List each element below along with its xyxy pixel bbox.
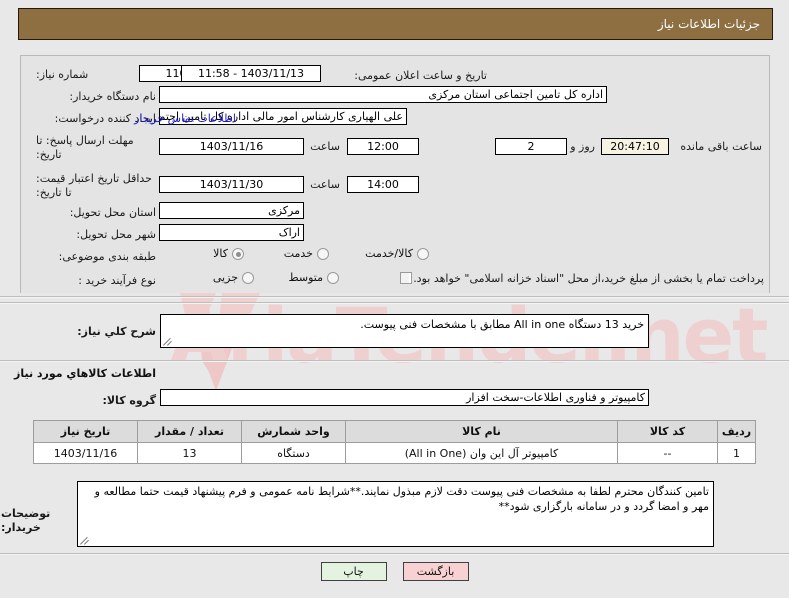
buyer-notes-value[interactable]: تامین کنندگان محترم لطفا به مشخصات فنی پ… (77, 481, 714, 547)
countdown-timer: 20:47:10 (601, 138, 669, 155)
delivery-city-label: شهر محل تحویل: (76, 228, 156, 241)
price-validity-hour-label: ساعت (310, 178, 340, 191)
radio-icon[interactable] (327, 272, 339, 284)
subject-class-option-kala-khedmat[interactable]: کالا/خدمت (355, 247, 429, 261)
goods-table: ردیف کد کالا نام کالا واحد شمارش تعداد /… (33, 420, 756, 464)
col-header-row-no: ردیف (717, 420, 756, 443)
col-header-qty: تعداد / مقدار (137, 420, 242, 443)
goods-table-wrapper: ردیف کد کالا نام کالا واحد شمارش تعداد /… (33, 420, 756, 464)
delivery-province-label: استان محل تحویل: (69, 206, 156, 219)
remaining-days-label: روز و (570, 140, 595, 153)
resize-grip-icon[interactable] (163, 336, 173, 346)
subject-class-option-label: خدمت (283, 247, 313, 260)
treasury-bond-checkbox-label: پرداخت تمام یا بخشی از مبلغ خرید،از محل … (413, 272, 764, 285)
buyer-org-label: نام دستگاه خریدار: (69, 90, 156, 103)
cell-need-date: 1403/11/16 (33, 442, 138, 464)
general-description-label: شرح کلي نیاز: (77, 325, 156, 338)
page-root: AriaTender.net جزئیات اطلاعات نیاز شماره… (0, 0, 789, 598)
col-header-name: نام کالا (345, 420, 618, 443)
goods-section-heading: اطلاعات کالاهاي مورد نیاز (14, 367, 156, 380)
delivery-city-value: اراک (159, 224, 304, 241)
buyer-contact-link[interactable]: اطلاعات تماس خریدار (134, 110, 236, 127)
need-number-label: شماره نیاز: (36, 68, 89, 81)
response-deadline-label: مهلت ارسال پاسخ: تا تاریخ: (36, 134, 134, 161)
cell-row-no: 1 (717, 442, 756, 464)
general-description-value[interactable]: خرید 13 دستگاه All in one مطابق با مشخصا… (160, 314, 649, 348)
divider-1 (0, 296, 789, 298)
subject-class-option-khedmat[interactable]: خدمت (274, 247, 329, 261)
public-announce-value: 1403/11/13 - 11:58 (181, 65, 321, 82)
col-header-code: کد کالا (617, 420, 718, 443)
public-announce-label: تاریخ و ساعت اعلان عمومی: (354, 69, 487, 82)
radio-icon[interactable] (417, 248, 429, 260)
buyer-notes-text: تامین کنندگان محترم لطفا به مشخصات فنی پ… (94, 485, 709, 513)
buyer-org-value: اداره کل تامین اجتماعی استان مرکزی (159, 86, 607, 103)
cell-name: کامپیوتر آل این وان (All in One) (345, 442, 618, 464)
response-deadline-hour-label: ساعت (310, 140, 340, 153)
table-header-row: ردیف کد کالا نام کالا واحد شمارش تعداد /… (33, 420, 756, 443)
print-button[interactable]: چاپ (320, 562, 387, 581)
delivery-province-value: مرکزی (159, 202, 304, 219)
radio-icon[interactable] (242, 272, 254, 284)
radio-icon[interactable] (317, 248, 329, 260)
subject-class-option-label: کالا (213, 247, 228, 260)
bottom-button-bar: بازگشت چاپ (0, 562, 789, 581)
subject-class-label: طبقه بندی موضوعی: (58, 250, 156, 263)
page-title: جزئیات اطلاعات نیاز (657, 17, 760, 31)
col-header-need-date: تاریخ نیاز (33, 420, 138, 443)
purchase-process-option-motevaset[interactable]: متوسط (278, 271, 339, 285)
cell-code: -- (617, 442, 718, 464)
cell-qty: 13 (137, 442, 242, 464)
need-number-row: شماره نیاز: (36, 66, 156, 82)
price-validity-hour: 14:00 (347, 176, 419, 193)
subject-class-option-kala[interactable]: کالا (203, 247, 244, 261)
general-description-text: خرید 13 دستگاه All in one مطابق با مشخصا… (360, 318, 644, 331)
goods-group-value: کامپیوتر و فناوری اطلاعات-سخت افزار (160, 389, 649, 406)
cell-unit: دستگاه (241, 442, 346, 464)
response-deadline-date: 1403/11/16 (159, 138, 304, 155)
response-deadline-hour: 12:00 (347, 138, 419, 155)
divider-4 (0, 553, 789, 555)
remaining-hours-label: ساعت باقی مانده (680, 140, 762, 153)
purchase-process-label: نوع فرآیند خرید : (78, 274, 156, 287)
purchase-process-option-label: جزیی (212, 271, 238, 284)
subject-class-option-label: کالا/خدمت (365, 247, 413, 260)
divider-3 (0, 360, 789, 362)
price-validity-date: 1403/11/30 (159, 176, 304, 193)
goods-group-label: گروه کالا: (102, 394, 156, 407)
table-row: 1 -- کامپیوتر آل این وان (All in One) دس… (33, 442, 756, 464)
back-button[interactable]: بازگشت (402, 562, 469, 581)
radio-icon[interactable] (232, 248, 244, 260)
buyer-notes-label: توضیحات خریدار: (1, 507, 51, 534)
resize-grip-icon[interactable] (80, 535, 90, 545)
divider-2 (0, 302, 789, 304)
purchase-process-option-jozei[interactable]: جزیی (203, 271, 254, 285)
purchase-process-option-label: متوسط (288, 271, 323, 284)
col-header-unit: واحد شمارش (241, 420, 346, 443)
remaining-days: 2 (495, 138, 567, 155)
window-title-bar: جزئیات اطلاعات نیاز (18, 8, 773, 40)
price-validity-label: حداقل تاریخ اعتبار قیمت: تا تاریخ: (36, 172, 152, 199)
